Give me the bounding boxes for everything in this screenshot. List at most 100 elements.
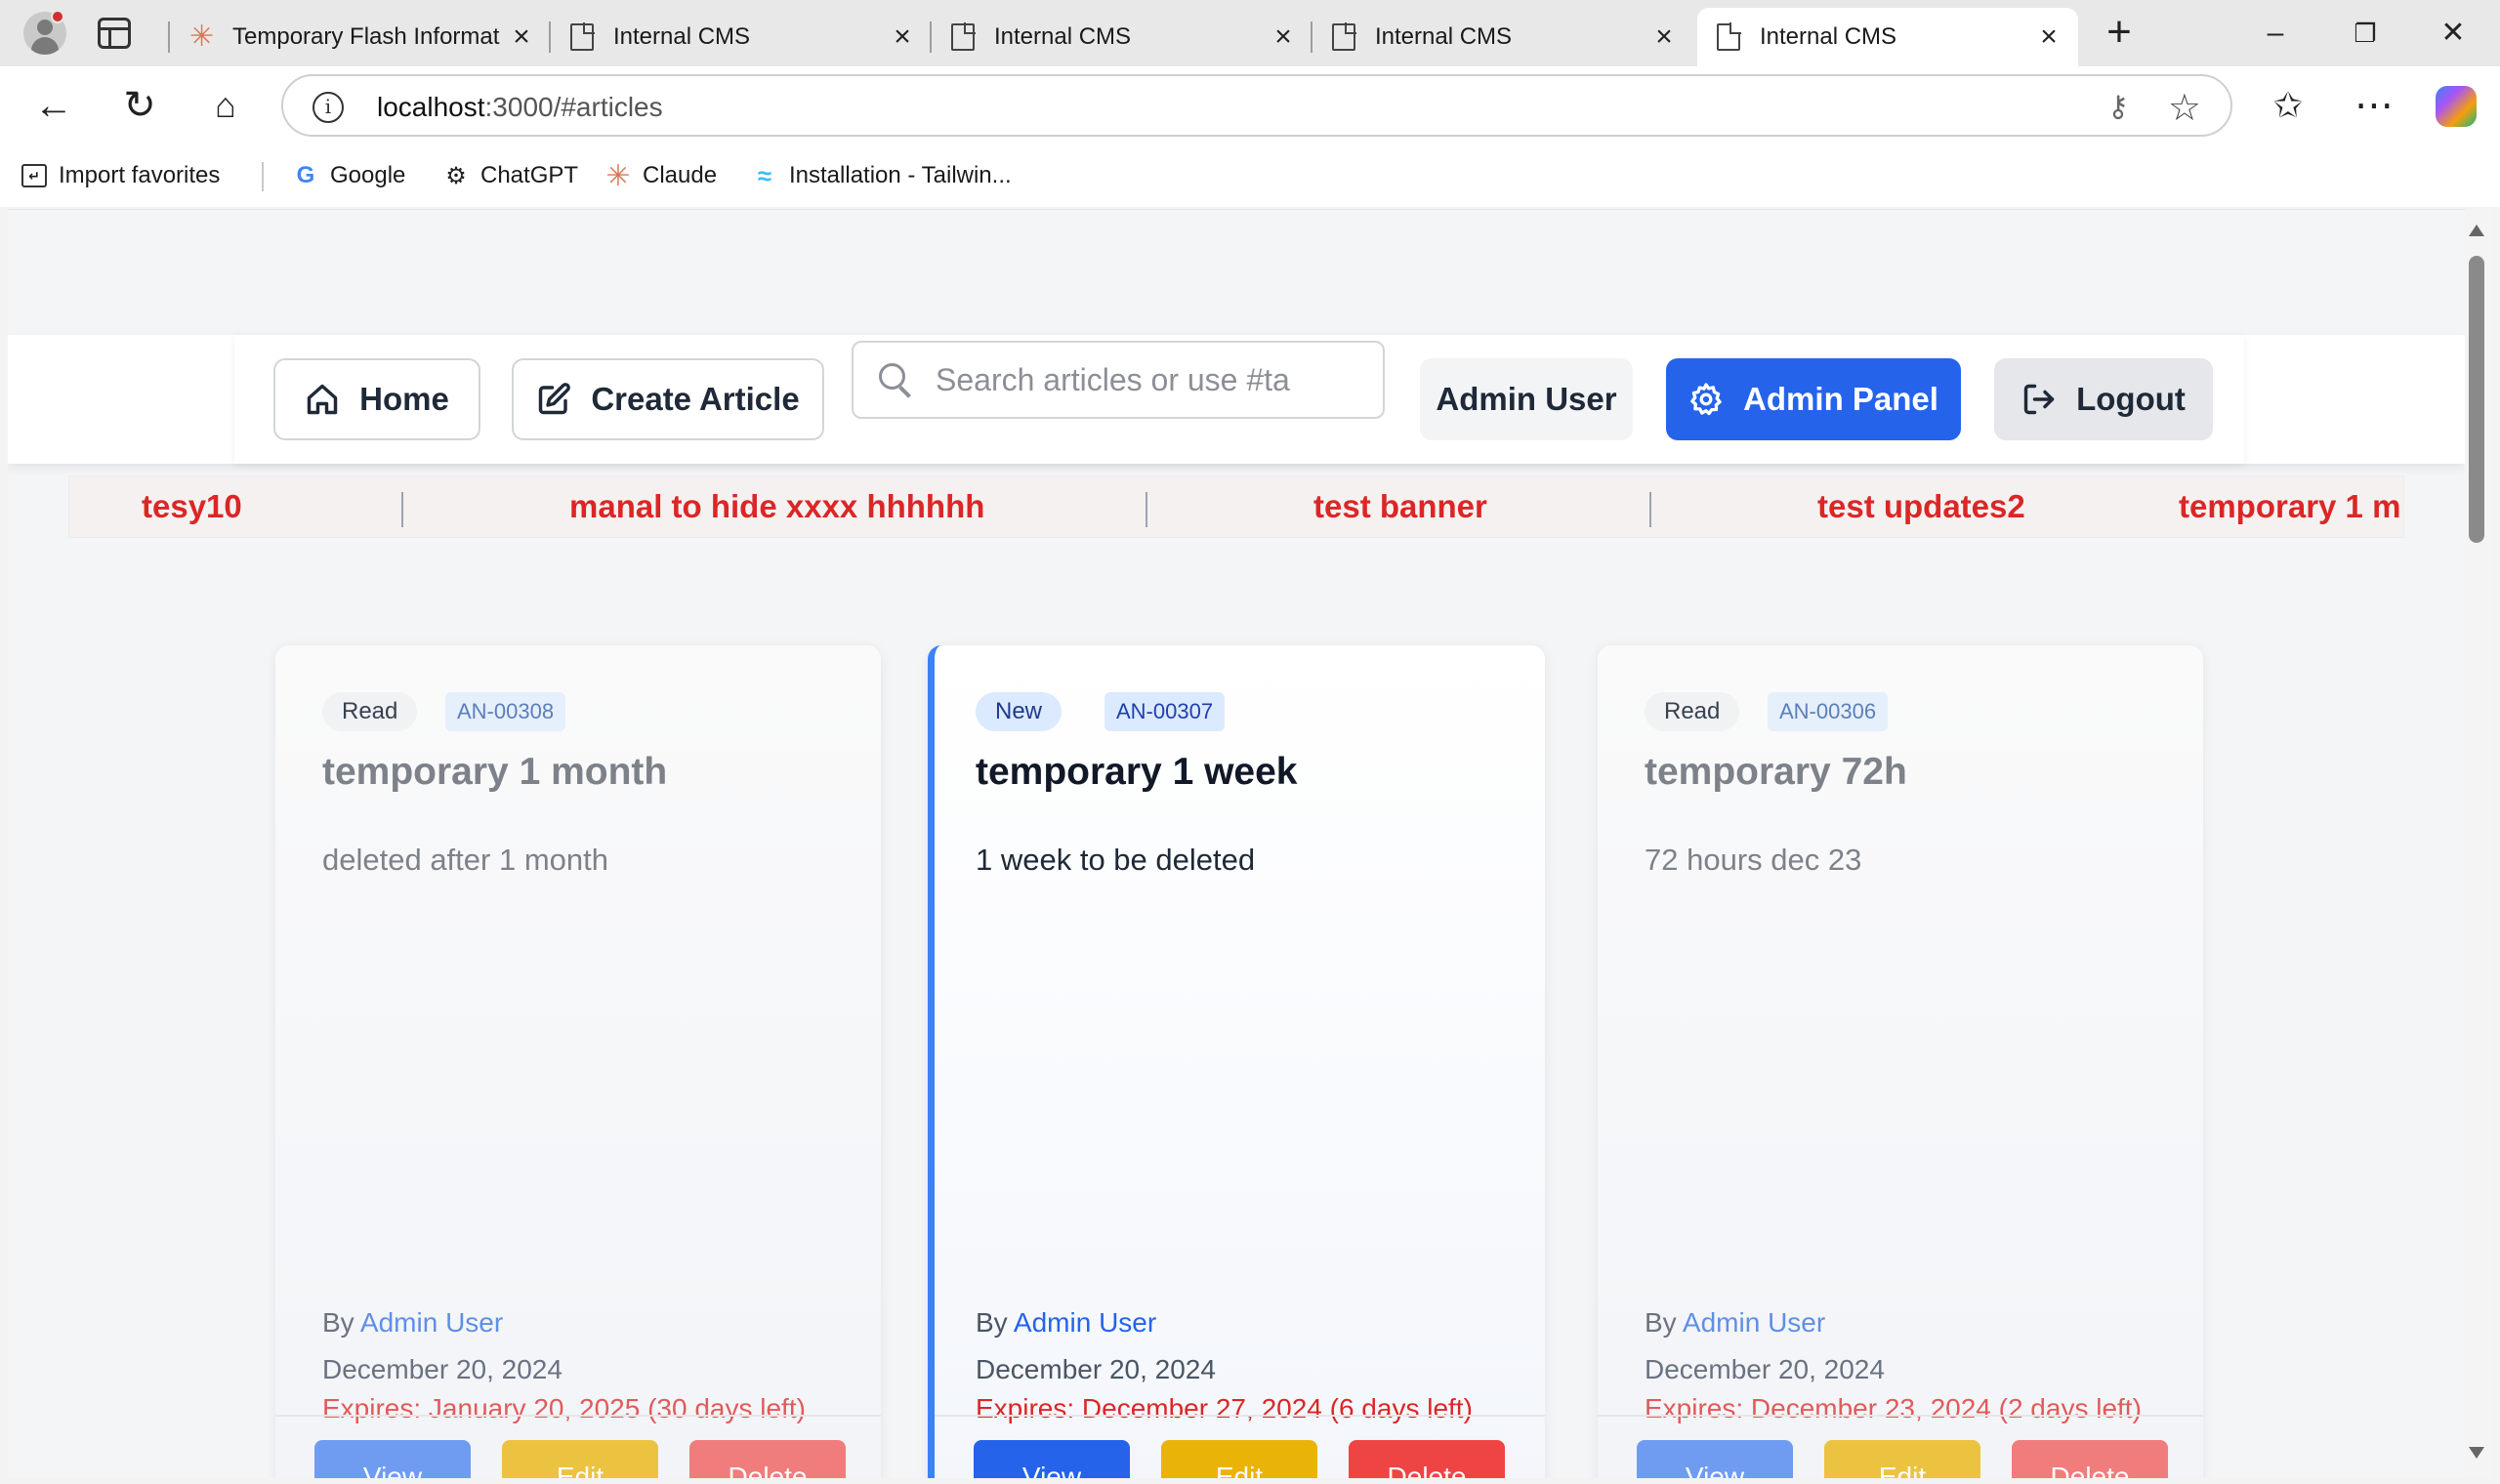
scrollbar-thumb[interactable] — [2469, 256, 2484, 543]
page-viewport: Home Create Article Admin User Admin Pan… — [8, 209, 2465, 1478]
bookmark-label: Import favorites — [59, 162, 221, 188]
document-icon — [1332, 22, 1356, 51]
site-info-icon[interactable]: i — [312, 92, 344, 123]
close-tab-icon[interactable]: × — [2035, 22, 2062, 52]
close-window-icon[interactable]: ✕ — [2432, 12, 2475, 55]
refresh-icon[interactable]: ↻ — [117, 84, 162, 129]
ticker-divider — [1146, 492, 1147, 527]
article-title[interactable]: temporary 72h — [1645, 751, 1907, 794]
user-name-button[interactable]: Admin User — [1420, 358, 1633, 440]
author-link[interactable]: Admin User — [1014, 1307, 1156, 1338]
ticker-item[interactable]: test updates2 — [1817, 488, 2025, 525]
delete-button[interactable]: Delete — [689, 1440, 846, 1478]
url-host: localhost — [377, 92, 485, 122]
close-tab-icon[interactable]: × — [1650, 22, 1678, 52]
ticker-item[interactable]: manal to hide xxxx hhhhhh — [569, 488, 984, 525]
edit-button[interactable]: Edit — [502, 1440, 658, 1478]
bookmark-tailwind[interactable]: ≈ Installation - Tailwin... — [752, 156, 1012, 195]
author-link[interactable]: Admin User — [360, 1307, 503, 1338]
article-title[interactable]: temporary 1 week — [976, 751, 1298, 794]
browser-tab-strip: ✳ Temporary Flash Informat × Internal CM… — [0, 0, 2500, 66]
bookmark-claude[interactable]: ✳ Claude — [605, 156, 717, 195]
article-author-line: By Admin User — [976, 1307, 1156, 1339]
new-tab-button[interactable]: + — [2100, 11, 2139, 54]
document-icon — [1717, 22, 1741, 51]
logout-label: Logout — [2076, 381, 2186, 417]
scroll-up-arrow-icon[interactable] — [2469, 225, 2484, 236]
address-bar[interactable]: i localhost:3000/#articles ⚷ ☆ — [281, 74, 2232, 137]
gear-icon — [1690, 383, 1722, 416]
bookmark-label: Installation - Tailwin... — [789, 162, 1012, 188]
bookmark-chatgpt[interactable]: ⚙ ChatGPT — [443, 156, 578, 195]
minimize-icon[interactable]: – — [2254, 12, 2297, 55]
logout-button[interactable]: Logout — [1994, 358, 2213, 440]
article-card[interactable]: Read AN-00306 temporary 72h 72 hours dec… — [1598, 645, 2203, 1478]
home-button[interactable]: Home — [273, 358, 480, 440]
browser-tab-title: Internal CMS — [1375, 23, 1513, 50]
scroll-down-arrow-icon[interactable] — [2469, 1447, 2484, 1459]
google-icon: G — [296, 162, 315, 188]
author-prefix: By — [1645, 1307, 1677, 1338]
close-tab-icon[interactable]: × — [1270, 22, 1297, 52]
copilot-icon[interactable] — [2436, 86, 2477, 127]
back-arrow-icon[interactable]: ← — [31, 84, 76, 129]
edit-button[interactable]: Edit — [1161, 1440, 1317, 1478]
home-icon — [307, 384, 338, 415]
ticker-item[interactable]: temporary 1 m — [2179, 488, 2400, 525]
bookmarks-bar: ↵ Import favorites G Google ⚙ ChatGPT ✳ … — [0, 144, 2500, 207]
article-card[interactable]: Read AN-00308 temporary 1 month deleted … — [275, 645, 881, 1478]
home-icon[interactable]: ⌂ — [203, 84, 248, 129]
author-link[interactable]: Admin User — [1683, 1307, 1825, 1338]
card-divider — [275, 1415, 881, 1417]
article-code-badge: AN-00308 — [445, 692, 566, 731]
bookmark-google[interactable]: G Google — [293, 156, 406, 195]
article-author-line: By Admin User — [1645, 1307, 1825, 1339]
status-badge: New — [976, 692, 1062, 731]
view-button[interactable]: View — [314, 1440, 471, 1478]
address-bar-row: ← ↻ ⌂ i localhost:3000/#articles ⚷ ☆ ✩ ⋯ — [0, 66, 2500, 144]
browser-tab-title: Temporary Flash Informat — [232, 23, 500, 50]
restore-icon[interactable]: ❐ — [2344, 12, 2387, 55]
article-expiry: Expires: December 27, 2024 (6 days left) — [976, 1393, 1473, 1423]
url-path: :3000/#articles — [484, 92, 663, 122]
more-menu-icon[interactable]: ⋯ — [2352, 84, 2396, 129]
home-button-label: Home — [359, 381, 449, 417]
view-button[interactable]: View — [1637, 1440, 1793, 1478]
article-description: 72 hours dec 23 — [1645, 843, 1862, 877]
search-box[interactable] — [852, 341, 1385, 419]
create-article-label: Create Article — [591, 381, 800, 417]
article-date: December 20, 2024 — [322, 1354, 562, 1384]
close-tab-icon[interactable]: × — [508, 22, 535, 52]
browser-tab[interactable]: Internal CMS × — [549, 8, 932, 66]
delete-button[interactable]: Delete — [1349, 1440, 1505, 1478]
browser-tab[interactable]: Internal CMS × — [1311, 8, 1693, 66]
bookmark-label: Google — [330, 162, 406, 188]
author-prefix: By — [322, 1307, 354, 1338]
header-nav: Home Create Article Admin User Admin Pan… — [234, 335, 2244, 464]
edit-button[interactable]: Edit — [1824, 1440, 1980, 1478]
article-card[interactable]: New AN-00307 temporary 1 week 1 week to … — [928, 645, 1545, 1478]
article-title[interactable]: temporary 1 month — [322, 751, 667, 794]
browser-tab-title: Internal CMS — [994, 23, 1132, 50]
notification-dot — [51, 10, 64, 23]
delete-button[interactable]: Delete — [2012, 1440, 2168, 1478]
favorites-icon[interactable]: ✩ — [2266, 84, 2311, 129]
favorite-star-icon[interactable]: ☆ — [2168, 86, 2201, 130]
ticker-item[interactable]: tesy10 — [142, 488, 242, 525]
search-icon — [879, 363, 912, 398]
browser-tab[interactable]: ✳ Temporary Flash Informat × — [168, 8, 551, 66]
create-article-button[interactable]: Create Article — [512, 358, 824, 440]
view-button[interactable]: View — [974, 1440, 1130, 1478]
browser-tab-active[interactable]: Internal CMS × — [1697, 8, 2078, 66]
key-icon[interactable]: ⚷ — [2107, 90, 2129, 124]
search-input[interactable] — [936, 361, 1346, 398]
ticker-item[interactable]: test banner — [1313, 488, 1487, 525]
admin-panel-button[interactable]: Admin Panel — [1666, 358, 1961, 440]
claude-spark-icon: ✳ — [189, 21, 215, 53]
article-description: deleted after 1 month — [322, 843, 608, 877]
close-tab-icon[interactable]: × — [889, 22, 916, 52]
bookmark-import-favorites[interactable]: ↵ Import favorites — [21, 156, 220, 195]
browser-tab[interactable]: Internal CMS × — [930, 8, 1312, 66]
tab-actions-icon[interactable] — [98, 18, 131, 49]
address-url[interactable]: localhost:3000/#articles — [377, 92, 663, 123]
